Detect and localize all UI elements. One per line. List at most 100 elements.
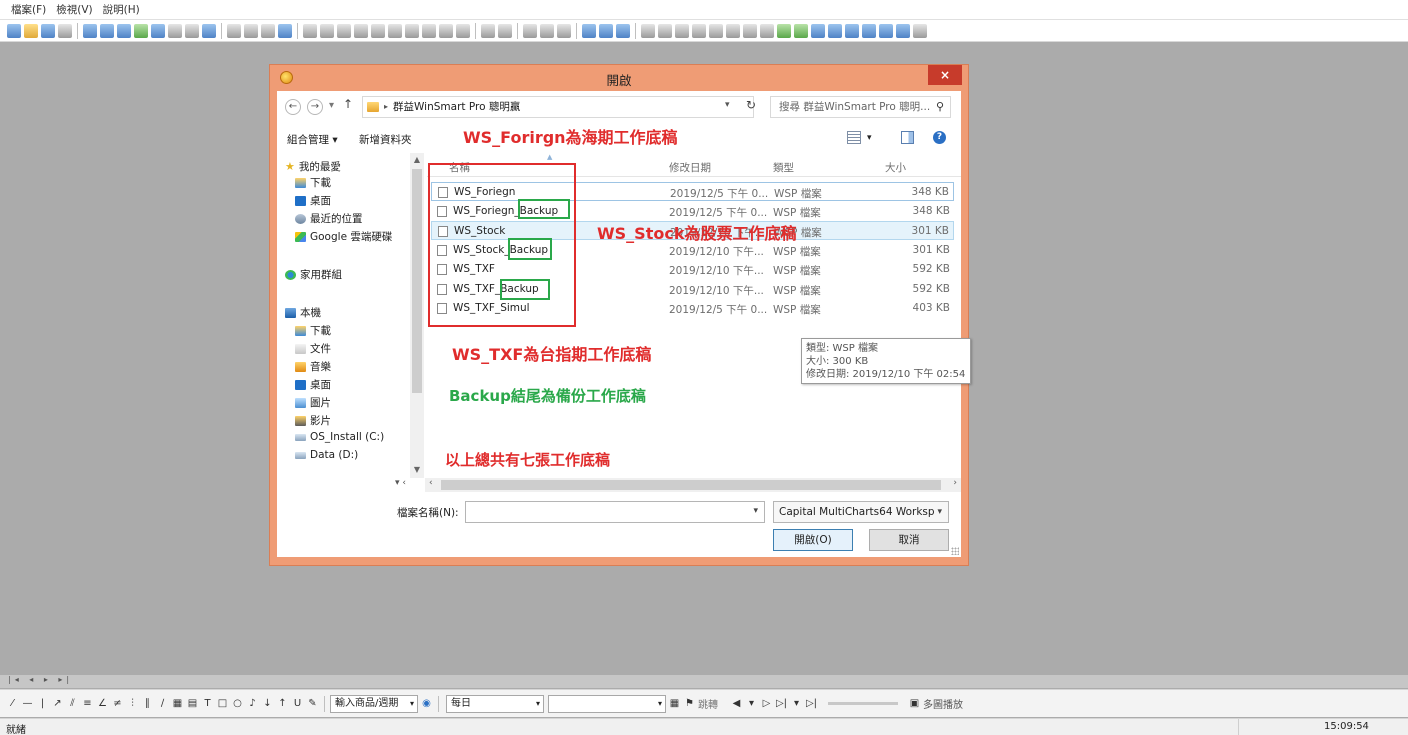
magnifier-icon[interactable] [896, 23, 910, 38]
report-icon[interactable] [185, 23, 199, 38]
histogram-icon[interactable] [439, 23, 453, 38]
scroll-right-icon[interactable] [760, 23, 774, 38]
nav-pictures[interactable]: 圖片 [295, 395, 331, 410]
andrews-icon[interactable]: ≠ [111, 697, 124, 710]
nav-collapse-icon[interactable]: ▾ ‹ [395, 478, 406, 488]
view-dropdown-icon[interactable]: ▾ [867, 133, 872, 143]
zoom-in-icon[interactable] [811, 23, 825, 38]
zoom-area-icon[interactable] [862, 23, 876, 38]
order-icon[interactable] [168, 23, 182, 38]
step-forward-icon[interactable]: ▷| [775, 697, 788, 710]
format-icon[interactable] [278, 23, 292, 38]
arrow-up-icon[interactable] [709, 23, 723, 38]
sheet-tab-nav[interactable]: |◂ ◂ ▸ ▸| [0, 675, 1408, 688]
filename-input[interactable]: ▾ [465, 501, 765, 523]
chevron-down-icon[interactable]: ▾ [753, 506, 758, 516]
arrow-tool-icon[interactable]: ↗ [51, 697, 64, 710]
hourglass-icon[interactable] [675, 23, 689, 38]
up-arrow-icon[interactable]: ↑ [343, 97, 353, 111]
kagi-icon[interactable] [405, 23, 419, 38]
line-icon[interactable] [337, 23, 351, 38]
insert-study-icon[interactable] [523, 23, 537, 38]
save-icon[interactable] [41, 23, 55, 38]
recent-dropdown-icon[interactable]: ▾ [329, 100, 334, 111]
forward-arrow-icon[interactable]: → [307, 99, 323, 115]
rewind-icon[interactable]: ◀ [730, 697, 743, 710]
end-icon[interactable]: ▷| [805, 697, 818, 710]
nav-google-drive[interactable]: Google 雲端硬碟 [295, 229, 392, 244]
scroll-left-icon[interactable]: ‹ [429, 478, 433, 488]
signal-icon[interactable] [244, 23, 258, 38]
tile-icon[interactable] [599, 23, 613, 38]
volume-icon[interactable] [422, 23, 436, 38]
breadcrumb-item[interactable]: 群益WinSmart Pro 聰明贏 [393, 97, 520, 117]
menu-view[interactable]: 檢視(V) [53, 2, 95, 17]
insert-signal-icon[interactable] [557, 23, 571, 38]
menu-file[interactable]: 檔案(F) [8, 2, 49, 17]
cancel-button[interactable]: 取消 [869, 529, 949, 551]
help-icon[interactable]: ? [933, 131, 946, 144]
grid-icon[interactable]: ▦ [171, 697, 184, 710]
open-folder-icon[interactable] [24, 23, 38, 38]
portfolio-icon[interactable] [202, 23, 216, 38]
chevron-down-icon[interactable]: ▾ [745, 697, 758, 710]
crosshair-icon[interactable] [498, 23, 512, 38]
speed-slider[interactable] [828, 702, 898, 705]
nav-this-pc[interactable]: 本機 [285, 305, 321, 320]
trendline-icon[interactable]: ⁄ [6, 697, 19, 710]
magnet-icon[interactable]: U [291, 697, 304, 710]
zoom-out-icon[interactable] [828, 23, 842, 38]
preview-pane-icon[interactable] [901, 131, 914, 144]
vertical-line-icon[interactable]: | [36, 697, 49, 710]
address-bar[interactable]: ▸ 群益WinSmart Pro 聰明贏 [362, 96, 754, 118]
back-arrow-icon[interactable]: ← [285, 99, 301, 115]
scale-icon[interactable] [692, 23, 706, 38]
fibonacci-icon[interactable]: ≡ [81, 697, 94, 710]
play-forward-icon[interactable] [658, 23, 672, 38]
table-icon[interactable]: ▤ [186, 697, 199, 710]
gann-icon[interactable]: ∠ [96, 697, 109, 710]
dialog-titlebar[interactable]: 開啟 × [270, 65, 968, 89]
open-button[interactable]: 開啟(O) [773, 529, 853, 551]
multi-play-button[interactable]: 多圖播放 [923, 696, 963, 711]
nav-downloads[interactable]: 下載 [295, 175, 331, 190]
spacing-alt-icon[interactable] [794, 23, 808, 38]
cycle-icon[interactable]: ∥ [141, 697, 154, 710]
nav-homegroup[interactable]: 家用群組 [285, 267, 342, 282]
horizontal-scrollbar[interactable]: ‹ › [425, 478, 961, 492]
chart-window-icon[interactable] [100, 23, 114, 38]
column-size[interactable]: 大小 [885, 160, 906, 175]
calendar-icon[interactable]: ▦ [668, 697, 681, 710]
date-combo[interactable]: ▾ [548, 694, 666, 713]
scroll-right-icon[interactable]: › [953, 478, 957, 488]
cascade-icon[interactable] [616, 23, 630, 38]
refresh-icon[interactable]: ↻ [740, 98, 762, 116]
up-arrow-icon[interactable]: ↑ [276, 697, 289, 710]
scroll-down-icon[interactable]: ▼ [410, 465, 424, 474]
scanner-icon[interactable] [134, 23, 148, 38]
nav-drive-d[interactable]: Data (D:) [295, 449, 358, 461]
regression-icon[interactable]: ∕ [156, 697, 169, 710]
view-options-icon[interactable] [847, 131, 861, 144]
spacing-icon[interactable] [777, 23, 791, 38]
down-arrow-icon[interactable]: ↓ [261, 697, 274, 710]
nav-videos[interactable]: 影片 [295, 413, 331, 428]
nav-music[interactable]: 音樂 [295, 359, 331, 374]
nav-documents[interactable]: 文件 [295, 341, 331, 356]
zoom-reset-icon[interactable] [845, 23, 859, 38]
layout-icon[interactable] [582, 23, 596, 38]
play-back-icon[interactable] [641, 23, 655, 38]
file-type-select[interactable]: Capital MultiCharts64 Worksp ▾ [773, 501, 949, 523]
resize-grip-icon[interactable] [951, 547, 959, 555]
nav-pc-desktop[interactable]: 桌面 [295, 377, 331, 392]
ohlc-icon[interactable] [354, 23, 368, 38]
brush-icon[interactable]: ✎ [306, 697, 319, 710]
jump-icon[interactable]: ⚑ [683, 697, 696, 710]
renko-icon[interactable] [388, 23, 402, 38]
point-figure-icon[interactable] [371, 23, 385, 38]
nav-pc-downloads[interactable]: 下載 [295, 323, 331, 338]
indicator-icon[interactable] [227, 23, 241, 38]
nav-favorites[interactable]: ★ 我的最愛 [285, 159, 341, 174]
window-icon[interactable] [83, 23, 97, 38]
confirm-icon[interactable]: ◉ [420, 697, 433, 710]
